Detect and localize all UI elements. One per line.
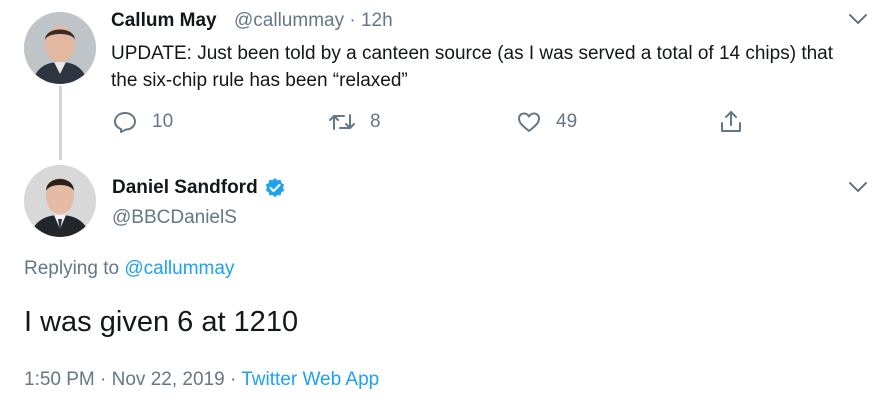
callum-avatar-image [24, 12, 96, 84]
daniel-sandford-avatar[interactable] [24, 165, 96, 237]
share-icon[interactable] [718, 109, 744, 135]
retweet-icon[interactable] [328, 110, 356, 134]
tweet1-author-name[interactable]: Callum May [111, 10, 217, 32]
tweet2-handle[interactable]: @BBCDanielS [112, 207, 237, 229]
tweet2-author-line: Daniel Sandford [112, 177, 286, 199]
tweet1-text: UPDATE: Just been told by a canteen sour… [111, 43, 834, 91]
daniel-avatar-image [24, 165, 96, 237]
share-action[interactable] [718, 109, 744, 135]
verified-badge-icon [264, 177, 286, 199]
tweet2-author-name[interactable]: Daniel Sandford [112, 177, 258, 199]
tweet2-text: I was given 6 at 1210 [24, 306, 299, 338]
retweet-action[interactable]: 8 [328, 110, 381, 134]
heart-icon[interactable] [516, 110, 542, 134]
like-action[interactable]: 49 [516, 110, 577, 134]
retweet-count: 8 [370, 111, 381, 132]
tweet1-handle[interactable]: @callummay [234, 10, 344, 31]
tweet1-time[interactable]: 12h [361, 10, 393, 31]
tweet2-timestamp[interactable]: 1:50 PM · Nov 22, 2019 · [24, 369, 236, 390]
replying-to-label: Replying to [24, 258, 120, 279]
like-count: 49 [556, 111, 578, 132]
tweet1-chevron-down-icon[interactable] [847, 12, 869, 26]
reply-action[interactable]: 10 [112, 110, 173, 134]
tweet2-meta: 1:50 PM · Nov 22, 2019 · Twitter Web App [24, 369, 379, 391]
thread-connector-line [59, 86, 62, 160]
callum-may-avatar[interactable] [24, 12, 96, 84]
replying-to-context: Replying to @callummay [24, 258, 234, 280]
reply-icon[interactable] [112, 110, 138, 134]
tweet2-chevron-down-icon[interactable] [847, 180, 869, 194]
tweet1-handle-line: @callummay · 12h [234, 10, 393, 32]
replying-to-link[interactable]: @callummay [124, 258, 234, 279]
tweet1-separator: · [349, 10, 356, 31]
tweet2-source-link[interactable]: Twitter Web App [241, 369, 379, 390]
reply-count: 10 [152, 111, 174, 132]
